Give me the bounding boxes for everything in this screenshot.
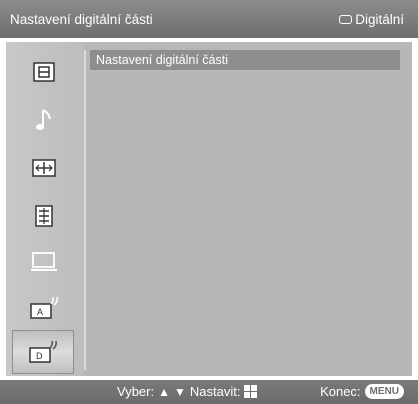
menu-key-icon: MENU	[364, 384, 404, 399]
navigation-hints: Vyber: ▲ ▼ Nastavit:	[117, 384, 258, 399]
set-hint-label: Nastavit:	[189, 384, 241, 399]
arrow-up-icon: ▲	[158, 384, 170, 399]
select-hint-label: Vyber:	[117, 384, 155, 399]
sidebar-item-picture[interactable]	[18, 52, 70, 92]
screen-settings-icon	[32, 159, 56, 177]
music-note-icon	[36, 109, 51, 130]
sidebar-item-analog-setup[interactable]: A	[18, 288, 70, 328]
tv-menu-screen: Nastavení digitální části Digitální A D …	[0, 0, 418, 404]
sidebar-item-screen[interactable]	[18, 148, 70, 188]
sidebar-item-sound[interactable]	[18, 100, 70, 140]
exit-hint: Konec: MENU	[320, 384, 404, 399]
footer-hint-bar: Vyber: ▲ ▼ Nastavit: Konec: MENU	[0, 380, 418, 404]
pc-monitor-icon	[31, 252, 57, 271]
sidebar-item-pc[interactable]	[18, 242, 70, 282]
tv-screen-icon	[339, 15, 353, 24]
arrow-down-icon: ▼	[173, 384, 186, 399]
exit-hint-label: Konec:	[320, 384, 361, 399]
panel-divider	[84, 50, 86, 370]
list-settings-icon	[35, 205, 53, 227]
input-source-label: Digitální	[355, 12, 404, 27]
header-bar: Nastavení digitální části Digitální	[0, 0, 418, 38]
sidebar: A D	[6, 42, 84, 376]
list-item-digital-setup[interactable]: Nastavení digitální části	[90, 50, 400, 70]
picture-icon	[33, 62, 55, 82]
menu-body: A D Nastavení digitální části	[6, 42, 412, 376]
sidebar-item-digital-setup[interactable]: D	[12, 330, 74, 374]
svg-text:D: D	[36, 351, 43, 361]
page-title: Nastavení digitální části	[10, 12, 153, 27]
input-source-indicator: Digitální	[339, 12, 404, 27]
settings-list: Nastavení digitální části	[90, 50, 400, 70]
sidebar-item-setup[interactable]	[18, 196, 70, 236]
enter-button-icon	[244, 385, 258, 398]
digital-setup-icon: D	[29, 340, 57, 363]
analog-setup-icon: A	[30, 296, 58, 319]
svg-text:A: A	[37, 307, 43, 317]
